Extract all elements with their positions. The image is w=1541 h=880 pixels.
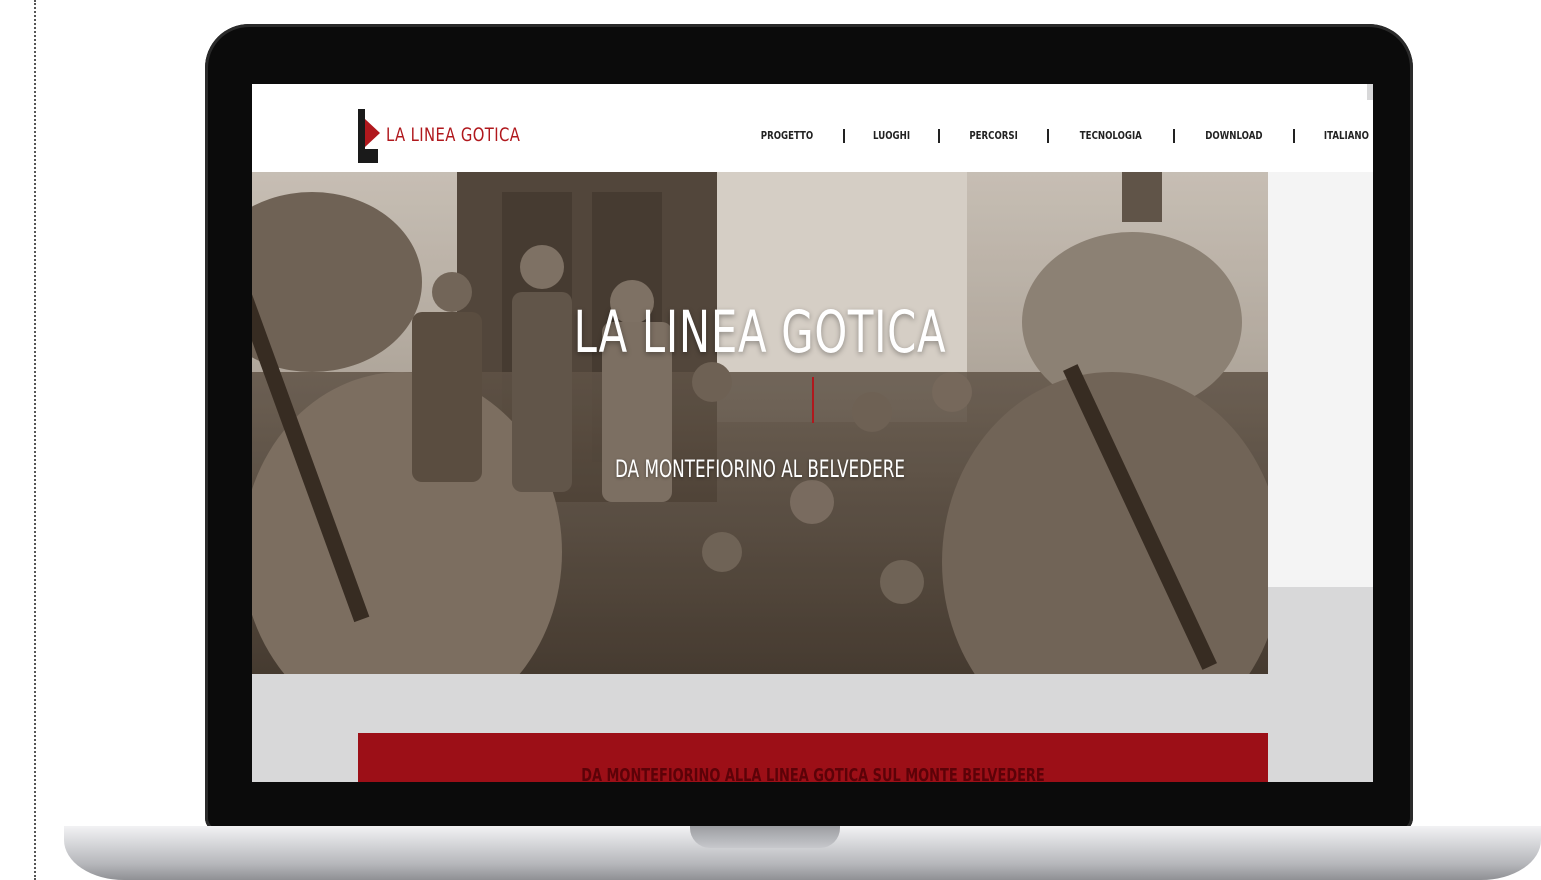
nav-item-luoghi[interactable]: LUOGHI — [873, 130, 910, 142]
intro-banner-text: DA MONTEFIORINO ALLA LINEA GOTICA SUL MO… — [581, 765, 1045, 782]
laptop-notch — [690, 826, 840, 848]
language-selector[interactable]: ITALIANO — [1319, 130, 1373, 142]
nav-separator — [843, 129, 845, 143]
nav-separator — [938, 129, 941, 143]
logo-icon[interactable] — [356, 109, 382, 163]
logo-text[interactable]: LA LINEA GOTICA — [386, 124, 520, 146]
hero-divider — [812, 377, 814, 423]
nav-item-tecnologia[interactable]: TECNOLOGIA — [1080, 130, 1142, 142]
nav-item-download[interactable]: DOWNLOAD — [1205, 130, 1262, 142]
laptop-screen: LA LINEA GOTICA PROGETTO LUOGHI PERCORSI… — [252, 84, 1373, 782]
main-nav: PROGETTO LUOGHI PERCORSI TECNOLOGIA DOWN… — [755, 124, 1373, 148]
hero-subtitle: DA MONTEFIORINO AL BELVEDERE — [614, 455, 906, 483]
intro-banner: DA MONTEFIORINO ALLA LINEA GOTICA SUL MO… — [358, 733, 1268, 782]
nav-item-progetto[interactable]: PROGETTO — [761, 130, 813, 142]
hero-photo — [252, 172, 1268, 674]
hero-side-panel — [1268, 172, 1373, 587]
nav-item-percorsi[interactable]: PERCORSI — [969, 130, 1017, 142]
browser-top-strip — [252, 84, 1367, 100]
hero-title: LA LINEA GOTICA — [573, 298, 947, 366]
nav-separator — [1047, 129, 1050, 143]
nav-separator — [1292, 129, 1295, 143]
nav-separator — [1172, 129, 1175, 143]
language-label: ITALIANO — [1323, 130, 1369, 142]
site-header: LA LINEA GOTICA PROGETTO LUOGHI PERCORSI… — [252, 100, 1373, 172]
dotted-guide-line — [34, 0, 36, 880]
hero-banner: LA LINEA GOTICA DA MONTEFIORINO AL BELVE… — [252, 172, 1268, 674]
